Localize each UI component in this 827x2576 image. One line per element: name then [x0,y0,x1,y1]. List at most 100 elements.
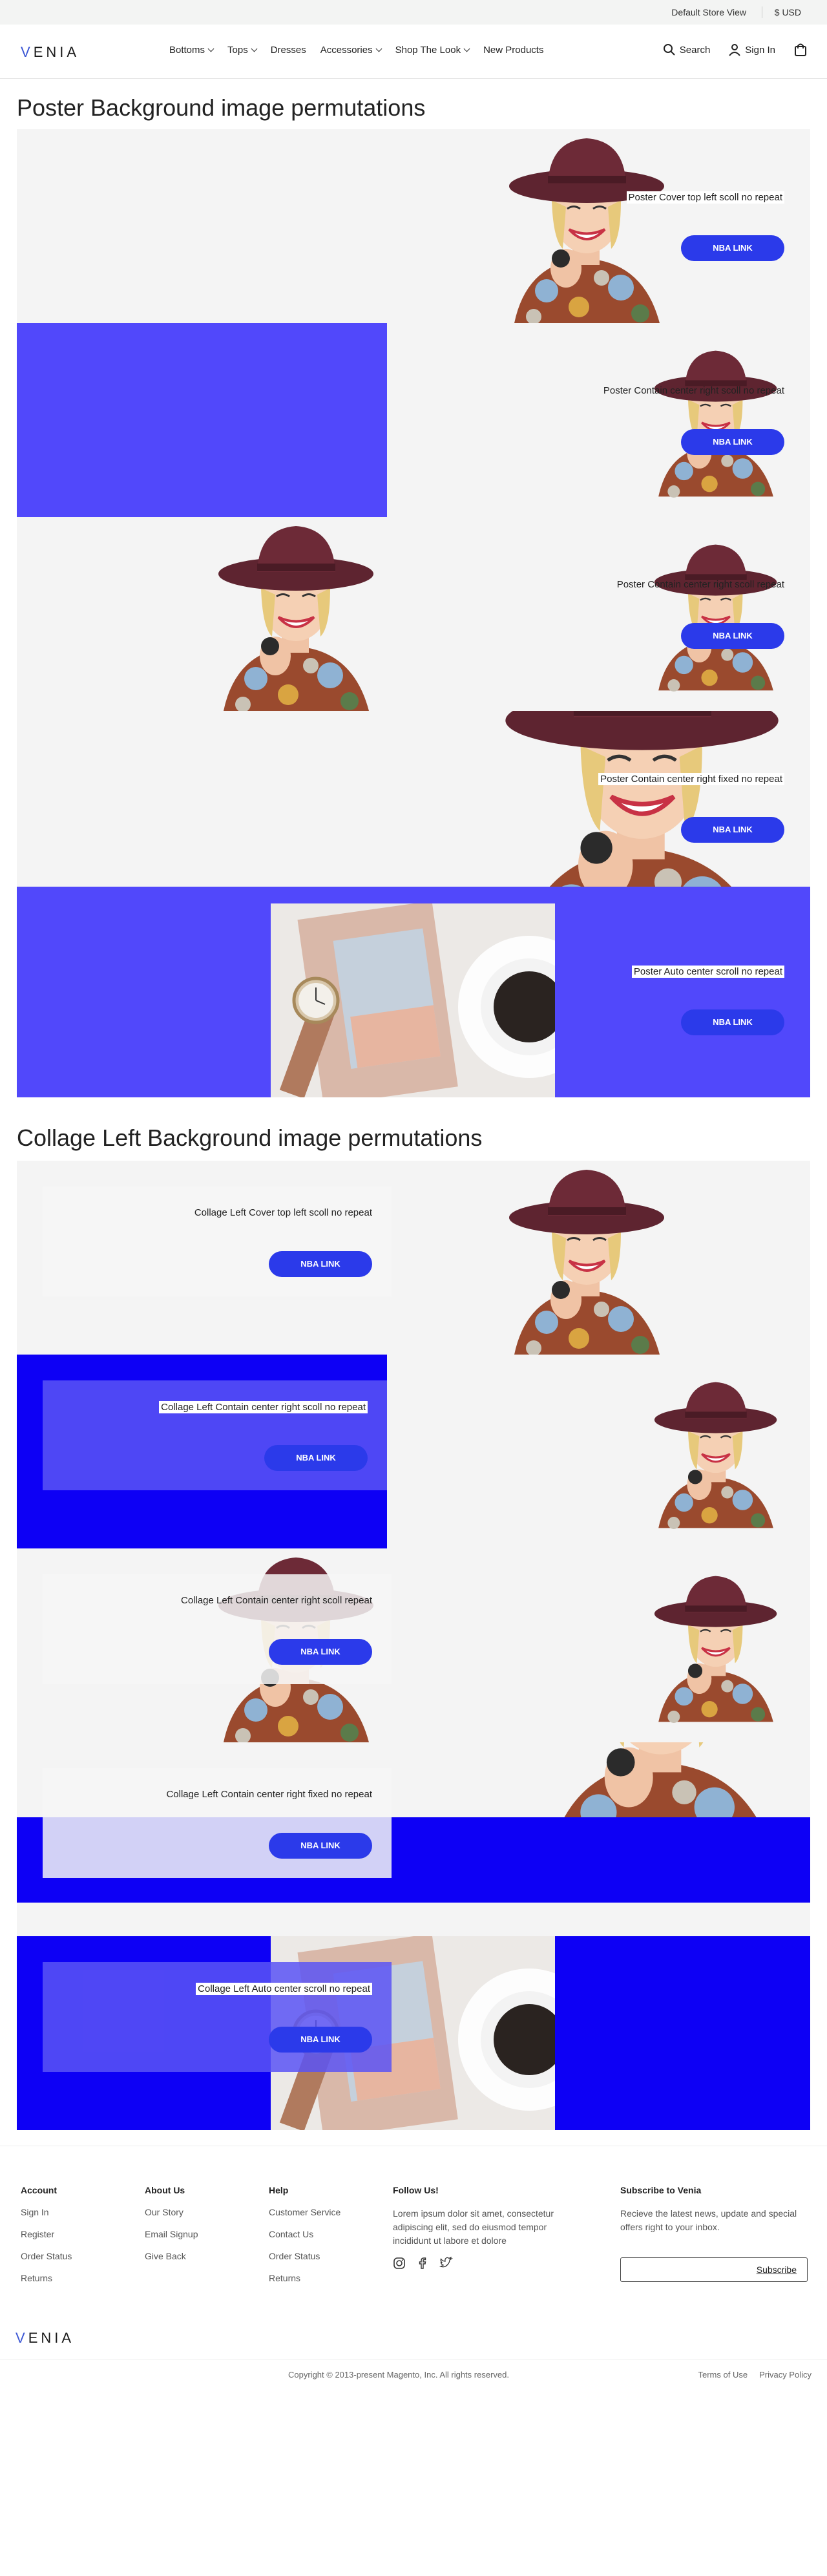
nav-dresses[interactable]: Dresses [271,45,306,56]
nav-tops[interactable]: Tops [227,45,258,56]
content-overlay: Collage Left Contain center right scoll … [43,1574,392,1684]
collage-banner-1: Collage Left Cover top left scoll no rep… [17,1161,810,1355]
subscribe-email-input[interactable]: Subscribe [620,2257,808,2282]
footer-subscribe-text: Recieve the latest news, update and spec… [620,2208,797,2232]
footer-account: Account Sign In Register Order Status Re… [21,2185,72,2295]
footer-venia-logo[interactable]: VENIA [16,2330,74,2347]
footer-help: Help Customer Service Contact Us Order S… [269,2185,340,2295]
user-icon [729,44,741,56]
nav-bottoms[interactable]: Bottoms [169,45,215,56]
subscribe-button[interactable]: Subscribe [757,2265,797,2275]
footer-link-order-status[interactable]: Order Status [21,2251,72,2261]
nba-link-button[interactable]: NBA LINK [681,817,784,843]
site-header: VENIA Bottoms Tops Dresses Accessories S… [0,25,827,79]
content-overlay: Collage Left Auto center scroll no repea… [43,1962,392,2072]
twitter-icon[interactable] [439,2257,454,2270]
nba-link-button[interactable]: NBA LINK [269,1639,372,1665]
collage-banner-3: Collage Left Contain center right scoll … [17,1548,810,1742]
footer-follow: Follow Us! Lorem ipsum dolor sit amet, c… [393,2185,580,2270]
banner-caption: Collage Left Contain center right scoll … [159,1401,368,1413]
terms-of-use-link[interactable]: Terms of Use [698,2370,748,2380]
footer-link-returns[interactable]: Returns [269,2273,340,2283]
collage-banner-5: Collage Left Auto center scroll no repea… [17,1903,810,2130]
model-image [198,517,392,711]
instagram-icon[interactable] [393,2257,406,2270]
nav-label: Dresses [270,45,306,56]
shopping-bag-icon [795,43,806,56]
nav-label: Bottoms [169,45,205,56]
search-label: Search [679,44,711,56]
nav-label: Shop The Look [395,45,461,56]
nba-link-button[interactable]: NBA LINK [681,235,784,261]
poster-banner-1: Poster Cover top left scoll no repeat NB… [17,129,810,323]
chevron-down-icon [375,45,382,52]
facebook-icon[interactable] [416,2257,429,2270]
poster-banner-2: Poster Contain center right scoll no rep… [17,323,810,517]
footer-link-customer-service[interactable]: Customer Service [269,2207,340,2217]
site-footer: Account Sign In Register Order Status Re… [0,2146,827,2576]
currency-switcher[interactable]: $ USD [775,7,801,17]
footer-link-give-back[interactable]: Give Back [145,2251,198,2261]
nav-label: Accessories [320,45,373,56]
footer-link-email-signup[interactable]: Email Signup [145,2229,198,2239]
model-image [488,129,682,323]
footer-link-returns[interactable]: Returns [21,2273,72,2283]
nba-link-button[interactable]: NBA LINK [681,1009,784,1035]
footer-link-register[interactable]: Register [21,2229,72,2239]
model-image-repeat [618,517,810,711]
nba-link-button[interactable]: NBA LINK [269,1833,372,1859]
banner-caption: Poster Auto center scroll no repeat [631,966,784,978]
banner-caption: Poster Cover top left scoll no repeat [626,191,784,204]
nav-label: Tops [227,45,248,56]
collage-banner-2: Collage Left Contain center right scoll … [17,1355,810,1548]
collage-section-title: Collage Left Background image permutatio… [17,1124,483,1151]
footer-link-sign-in[interactable]: Sign In [21,2207,72,2217]
search-button[interactable]: Search [663,43,711,56]
nav-new-products[interactable]: New Products [483,45,543,56]
poster-banner-4: Poster Contain center right fixed no rep… [17,711,810,887]
footer-follow-text: Lorem ipsum dolor sit amet, consectetur … [393,2208,554,2246]
footer-link-our-story[interactable]: Our Story [145,2207,198,2217]
cart-button[interactable] [793,43,808,57]
model-image [618,323,810,517]
footer-heading: Follow Us! [393,2185,439,2195]
nav-shop-the-look[interactable]: Shop The Look [395,45,470,56]
banner-caption: Collage Left Contain center right scoll … [180,1595,372,1606]
footer-about: About Us Our Story Email Signup Give Bac… [145,2185,198,2273]
model-image-repeat [618,1548,810,1742]
nba-link-button[interactable]: NBA LINK [681,429,784,455]
store-switcher[interactable]: Default Store View [671,7,746,17]
nba-link-button[interactable]: NBA LINK [681,623,784,649]
privacy-policy-link[interactable]: Privacy Policy [759,2370,811,2380]
footer-link-contact-us[interactable]: Contact Us [269,2229,340,2239]
footer-heading: Account [21,2185,57,2195]
nba-link-button[interactable]: NBA LINK [264,1445,368,1471]
footer-heading: Help [269,2185,289,2195]
model-image [488,1161,682,1355]
banner-caption: Collage Left Contain center right fixed … [166,1789,372,1800]
banner-caption: Collage Left Auto center scroll no repea… [196,1983,372,1995]
sign-in-button[interactable]: Sign In [728,43,775,56]
chevron-down-icon [463,45,470,52]
banner-caption: Collage Left Cover top left scoll no rep… [194,1207,372,1218]
chevron-down-icon [207,45,215,52]
color-block [17,323,387,517]
collage-banner-4: Collage Left Contain center right fixed … [17,1742,810,1903]
footer-heading: Subscribe to Venia [620,2185,702,2195]
nba-link-button[interactable]: NBA LINK [269,2027,372,2053]
footer-subscribe: Subscribe to Venia Recieve the latest ne… [620,2185,808,2282]
nba-link-button[interactable]: NBA LINK [269,1251,372,1277]
venia-logo[interactable]: VENIA [21,44,79,61]
footer-heading: About Us [145,2185,185,2195]
content-overlay: Collage Left Contain center right scoll … [43,1380,387,1490]
header-actions: Search Sign In [663,43,808,57]
model-image [469,711,810,887]
legal-links: Terms of Use Privacy Policy [698,2370,812,2380]
main-navigation: Bottoms Tops Dresses Accessories Shop Th… [169,45,543,56]
footer-link-order-status[interactable]: Order Status [269,2251,340,2261]
poster-banner-3: Poster Contain center right scoll repeat… [17,517,810,711]
chevron-down-icon [251,45,258,52]
copyright-text: Copyright © 2013-present Magento, Inc. A… [288,2370,509,2380]
nav-accessories[interactable]: Accessories [320,45,382,56]
social-links [393,2257,580,2270]
